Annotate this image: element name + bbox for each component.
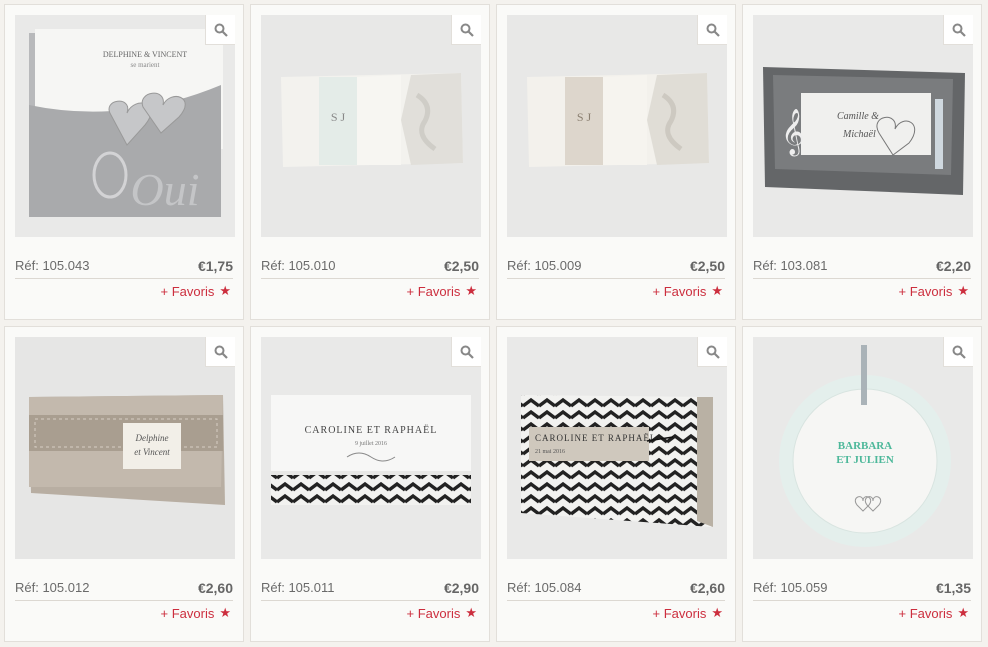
zoom-button[interactable] xyxy=(697,15,727,45)
add-favorite-link[interactable]: + Favoris ★ xyxy=(653,283,723,299)
svg-text:𝄞: 𝄞 xyxy=(781,109,805,157)
product-price: €2,20 xyxy=(935,257,971,274)
product-ref: Réf: 105.059 xyxy=(753,580,828,595)
product-ref: Réf: 105.084 xyxy=(507,580,582,595)
product-ref: Réf: 103.081 xyxy=(753,258,828,273)
favorite-label: + Favoris xyxy=(160,283,215,299)
magnifier-icon xyxy=(214,23,228,37)
star-icon: ★ xyxy=(465,283,477,298)
card-text-names-2: et Vincent xyxy=(134,447,170,457)
card-text-initials: S J xyxy=(331,110,346,124)
product-card[interactable]: Delphine et Vincent Réf: 105.012 €2,60 +… xyxy=(4,326,244,642)
star-icon: ★ xyxy=(957,605,969,620)
product-card[interactable]: DELPHINE & VINCENT se marient Oui Réf: 1… xyxy=(4,4,244,320)
add-favorite-link[interactable]: + Favoris ★ xyxy=(899,605,969,621)
product-image[interactable]: Delphine et Vincent xyxy=(15,337,235,559)
card-text-names: CAROLINE ET RAPHAËL xyxy=(305,424,438,436)
product-ref: Réf: 105.011 xyxy=(261,580,335,595)
product-image[interactable]: DELPHINE & VINCENT se marient Oui xyxy=(15,15,235,237)
star-icon: ★ xyxy=(465,605,477,620)
magnifier-icon xyxy=(706,23,720,37)
product-card[interactable]: CAROLINE ET RAPHAËL 21 mai 2016 Réf: 105… xyxy=(496,326,736,642)
product-price: €2,60 xyxy=(689,579,725,596)
product-price: €1,75 xyxy=(197,257,233,274)
magnifier-icon xyxy=(214,345,228,359)
card-text-names: Camille & xyxy=(837,111,879,122)
zoom-button[interactable] xyxy=(205,337,235,367)
add-favorite-link[interactable]: + Favoris ★ xyxy=(653,605,723,621)
card-text-names: CAROLINE ET RAPHAËL xyxy=(535,433,656,443)
product-info: Réf: 105.012 €2,60 xyxy=(15,575,233,601)
card-text-names: DELPHINE & VINCENT xyxy=(103,50,187,59)
magnifier-icon xyxy=(460,23,474,37)
product-ref: Réf: 105.043 xyxy=(15,258,90,273)
product-info: Réf: 105.043 €1,75 xyxy=(15,253,233,279)
card-text-initials: S J xyxy=(577,110,592,124)
add-favorite-link[interactable]: + Favoris ★ xyxy=(899,283,969,299)
magnifier-icon xyxy=(952,345,966,359)
product-image[interactable]: S J xyxy=(507,15,727,237)
product-card[interactable]: S J Réf: 105.010 €2,50 + Favoris ★ xyxy=(250,4,490,320)
card-text-oui: Oui xyxy=(131,164,200,215)
product-image[interactable]: S J xyxy=(261,15,481,237)
product-info: Réf: 105.009 €2,50 xyxy=(507,253,725,279)
product-image[interactable]: CAROLINE ET RAPHAËL 9 juillet 2016 xyxy=(261,337,481,559)
card-text-date: 9 juillet 2016 xyxy=(355,441,387,447)
product-info: Réf: 105.011 €2,90 xyxy=(261,575,479,601)
favorite-label: + Favoris xyxy=(898,605,953,621)
zoom-button[interactable] xyxy=(943,337,973,367)
product-ref: Réf: 105.009 xyxy=(507,258,582,273)
product-ref: Réf: 105.012 xyxy=(15,580,90,595)
zoom-button[interactable] xyxy=(451,15,481,45)
product-price: €2,90 xyxy=(443,579,479,596)
product-price: €2,50 xyxy=(443,257,479,274)
favorite-label: + Favoris xyxy=(652,283,707,299)
product-grid: DELPHINE & VINCENT se marient Oui Réf: 1… xyxy=(4,4,982,642)
card-text-names-2: Michaël xyxy=(842,129,876,140)
product-card[interactable]: Camille & Michaël 𝄞 Réf: 103.081 €2,20 +… xyxy=(742,4,982,320)
favorite-label: + Favoris xyxy=(160,605,215,621)
magnifier-icon xyxy=(460,345,474,359)
product-info: Réf: 105.010 €2,50 xyxy=(261,253,479,279)
product-card[interactable]: BARBARA ET JULIEN Réf: 105.059 €1,35 + F… xyxy=(742,326,982,642)
product-image[interactable]: Camille & Michaël 𝄞 xyxy=(753,15,973,237)
zoom-button[interactable] xyxy=(451,337,481,367)
product-info: Réf: 105.059 €1,35 xyxy=(753,575,971,601)
zoom-button[interactable] xyxy=(943,15,973,45)
add-favorite-link[interactable]: + Favoris ★ xyxy=(407,605,477,621)
magnifier-icon xyxy=(952,23,966,37)
add-favorite-link[interactable]: + Favoris ★ xyxy=(407,283,477,299)
product-price: €2,60 xyxy=(197,579,233,596)
favorite-label: + Favoris xyxy=(898,283,953,299)
product-card[interactable]: CAROLINE ET RAPHAËL 9 juillet 2016 Réf: … xyxy=(250,326,490,642)
product-image[interactable]: CAROLINE ET RAPHAËL 21 mai 2016 xyxy=(507,337,727,559)
star-icon: ★ xyxy=(957,283,969,298)
card-text-names-2: ET JULIEN xyxy=(836,454,894,466)
product-info: Réf: 103.081 €2,20 xyxy=(753,253,971,279)
card-text-sub: se marient xyxy=(131,61,160,69)
star-icon: ★ xyxy=(711,283,723,298)
card-text-names: BARBARA xyxy=(838,440,892,452)
card-text-names: Delphine xyxy=(135,433,169,443)
add-favorite-link[interactable]: + Favoris ★ xyxy=(161,605,231,621)
star-icon: ★ xyxy=(711,605,723,620)
card-text-date: 21 mai 2016 xyxy=(535,449,565,455)
product-info: Réf: 105.084 €2,60 xyxy=(507,575,725,601)
magnifier-icon xyxy=(706,345,720,359)
star-icon: ★ xyxy=(219,605,231,620)
product-ref: Réf: 105.010 xyxy=(261,258,336,273)
star-icon: ★ xyxy=(219,283,231,298)
favorite-label: + Favoris xyxy=(652,605,707,621)
favorite-label: + Favoris xyxy=(406,283,461,299)
add-favorite-link[interactable]: + Favoris ★ xyxy=(161,283,231,299)
product-price: €1,35 xyxy=(935,579,971,596)
product-card[interactable]: S J Réf: 105.009 €2,50 + Favoris ★ xyxy=(496,4,736,320)
zoom-button[interactable] xyxy=(205,15,235,45)
favorite-label: + Favoris xyxy=(406,605,461,621)
zoom-button[interactable] xyxy=(697,337,727,367)
product-image[interactable]: BARBARA ET JULIEN xyxy=(753,337,973,559)
product-price: €2,50 xyxy=(689,257,725,274)
